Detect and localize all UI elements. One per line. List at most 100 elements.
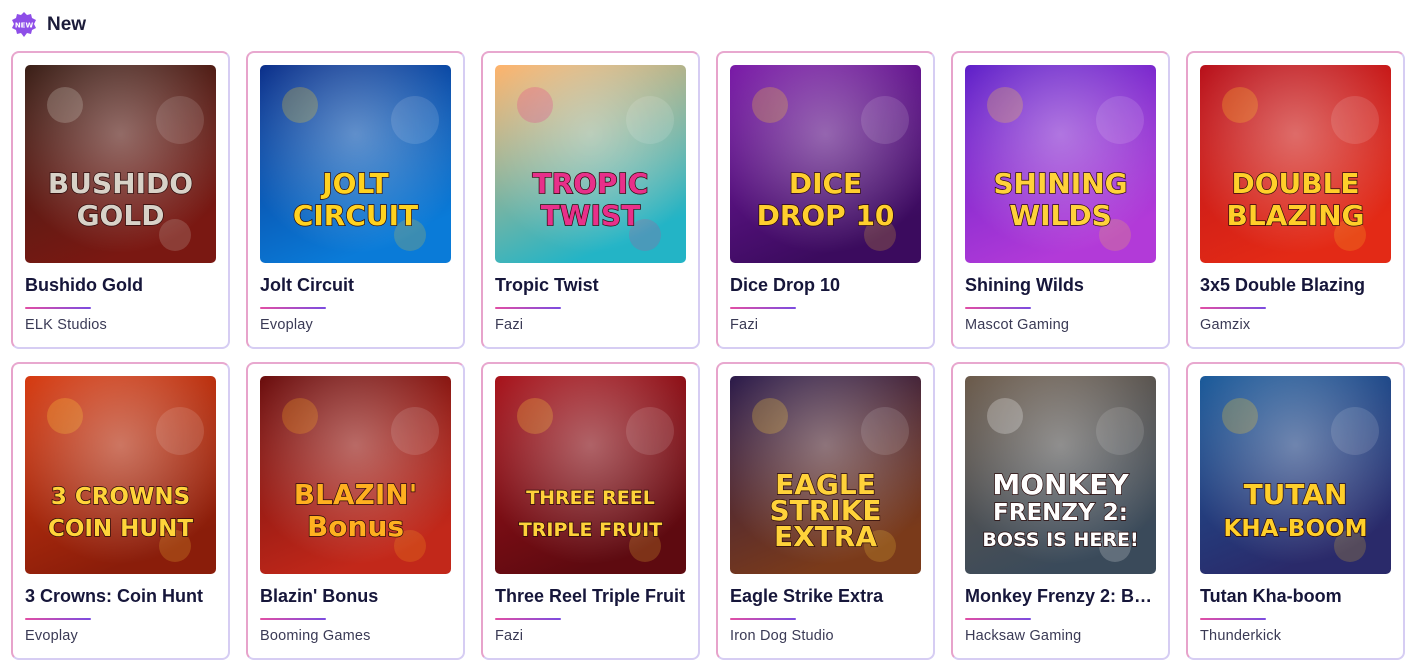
game-art-text: KHA-BOOM [1224, 516, 1368, 542]
title-divider [260, 307, 326, 309]
game-artwork: TUTAN KHA-BOOM [1200, 376, 1391, 574]
game-thumbnail[interactable]: JOLT CIRCUIT [260, 65, 451, 263]
game-thumbnail[interactable]: DICE DROP 10 [730, 65, 921, 263]
game-provider: Fazi [495, 317, 524, 333]
game-art-text: DICE [789, 167, 862, 200]
game-title[interactable]: Shining Wilds [965, 275, 1161, 296]
game-card[interactable]: BLAZIN' Bonus Blazin' Bonus Booming Games [246, 362, 465, 660]
game-provider: Thunderkick [1200, 628, 1282, 644]
game-title[interactable]: Tropic Twist [495, 275, 691, 296]
game-thumbnail[interactable]: TUTAN KHA-BOOM [1200, 376, 1391, 574]
game-artwork: DOUBLEBLAZING [1200, 65, 1391, 263]
title-divider [260, 618, 326, 620]
game-art-text: EXTRA [774, 520, 877, 553]
game-title[interactable]: 3 Crowns: Coin Hunt [25, 586, 221, 607]
game-art-text: WILDS [1009, 199, 1112, 232]
game-provider: Mascot Gaming [965, 317, 1070, 333]
game-art-text: GOLD [77, 199, 165, 232]
game-title[interactable]: 3x5 Double Blazing [1200, 275, 1396, 296]
title-divider [1200, 618, 1266, 620]
game-card[interactable]: DOUBLE BLAZING 3x5 Double Blazing Gamzix [1186, 51, 1405, 349]
game-artwork: MONKEYFRENZY 2: BOSS IS HERE! [965, 376, 1156, 574]
title-divider [730, 307, 796, 309]
game-art-text: COIN HUNT [48, 516, 193, 542]
game-thumbnail[interactable]: MONKEY FRENZY 2: BOSS IS HERE! [965, 376, 1156, 574]
game-art-text: THREE REEL [526, 487, 655, 509]
game-thumbnail[interactable]: 3 CROWNS COIN HUNT [25, 376, 216, 574]
title-divider [1200, 307, 1266, 309]
game-art-text: CIRCUIT [293, 199, 418, 232]
game-card[interactable]: TROPIC TWIST Tropic Twist Fazi [481, 51, 700, 349]
game-card[interactable]: DICE DROP 10 Dice Drop 10 Fazi [716, 51, 935, 349]
game-title[interactable]: Tutan Kha-boom [1200, 586, 1396, 607]
game-card[interactable]: TUTAN KHA-BOOM Tutan Kha-boom Thunderkick [1186, 362, 1405, 660]
game-artwork: THREE REEL TRIPLE FRUIT [495, 376, 686, 574]
game-card[interactable]: BUSHIDO GOLD Bushido Gold ELK Studios [11, 51, 230, 349]
game-card[interactable]: EAGLE STRIKE EXTRA Eagle Strike Extra Iron … [716, 362, 935, 660]
game-art-text: TRIPLE FRUIT [519, 519, 662, 541]
game-art-text: FRENZY 2: [993, 500, 1128, 526]
game-art-text: TUTAN [1244, 478, 1348, 511]
game-thumbnail[interactable]: THREE REEL TRIPLE FRUIT [495, 376, 686, 574]
title-divider [965, 307, 1031, 309]
game-title[interactable]: Blazin' Bonus [260, 586, 456, 607]
game-art-text: TROPIC [533, 167, 649, 200]
title-divider [730, 618, 796, 620]
game-art-text: DROP 10 [757, 199, 895, 232]
game-thumbnail[interactable]: SHINING WILDS [965, 65, 1156, 263]
game-title[interactable]: Bushido Gold [25, 275, 221, 296]
game-art-text: BLAZING [1227, 199, 1365, 232]
game-artwork: BUSHIDOGOLD [25, 65, 216, 263]
game-artwork: SHININGWILDS [965, 65, 1156, 263]
title-divider [495, 307, 561, 309]
game-card[interactable]: SHINING WILDS Shining Wilds Mascot Gaming [951, 51, 1170, 349]
game-title[interactable]: Monkey Frenzy 2: Boss is Here! [965, 586, 1161, 607]
game-artwork: BLAZIN'Bonus [260, 376, 451, 574]
game-provider: Iron Dog Studio [730, 628, 834, 644]
game-artwork: EAGLESTRIKEEXTRA [730, 376, 921, 574]
game-art-text: JOLT [320, 167, 389, 200]
game-thumbnail[interactable]: TROPIC TWIST [495, 65, 686, 263]
title-divider [25, 618, 91, 620]
game-provider: Evoplay [25, 628, 78, 644]
game-provider: Evoplay [260, 317, 313, 333]
game-card[interactable]: JOLT CIRCUIT Jolt Circuit Evoplay [246, 51, 465, 349]
game-provider: Hacksaw Gaming [965, 628, 1082, 644]
title-divider [965, 618, 1031, 620]
game-art-text: MONKEY [992, 468, 1129, 501]
game-thumbnail[interactable]: DOUBLE BLAZING [1200, 65, 1391, 263]
game-art-text: BUSHIDO [48, 167, 193, 200]
game-provider: Gamzix [1200, 317, 1251, 333]
game-art-text: SHINING [993, 167, 1127, 200]
section-header: NEW New [10, 10, 86, 40]
game-card[interactable]: THREE REEL TRIPLE FRUIT Three Reel Triple… [481, 362, 700, 660]
game-title[interactable]: Dice Drop 10 [730, 275, 926, 296]
game-thumbnail[interactable]: BLAZIN' Bonus [260, 376, 451, 574]
games-grid: BUSHIDO GOLD Bushido Gold ELK Studios JOLT… [11, 51, 1405, 660]
game-art-text: BLAZIN' [294, 478, 418, 511]
game-thumbnail[interactable]: BUSHIDO GOLD [25, 65, 216, 263]
game-artwork: JOLTCIRCUIT [260, 65, 451, 263]
game-provider: Fazi [495, 628, 524, 644]
game-card[interactable]: 3 CROWNS COIN HUNT 3 Crowns: Coin Hunt Evo… [11, 362, 230, 660]
game-card[interactable]: MONKEY FRENZY 2: BOSS IS HERE! Monkey Fren… [951, 362, 1170, 660]
game-provider: Booming Games [260, 628, 371, 644]
game-artwork: DICEDROP 10 [730, 65, 921, 263]
game-provider: Fazi [730, 317, 759, 333]
section-title: New [47, 14, 87, 35]
game-artwork: 3 CROWNS COIN HUNT [25, 376, 216, 574]
game-title[interactable]: Jolt Circuit [260, 275, 456, 296]
game-art-text: Bonus [307, 510, 404, 543]
title-divider [25, 307, 91, 309]
game-art-text: 3 CROWNS [51, 484, 190, 510]
game-thumbnail[interactable]: EAGLE STRIKE EXTRA [730, 376, 921, 574]
game-title[interactable]: Eagle Strike Extra [730, 586, 926, 607]
game-art-text: BOSS IS HERE! [982, 529, 1138, 551]
game-provider: ELK Studios [25, 317, 107, 333]
title-divider [495, 618, 561, 620]
game-art-text: TWIST [541, 199, 641, 232]
new-badge-icon: NEW [10, 11, 38, 39]
game-artwork: TROPICTWIST [495, 65, 686, 263]
game-art-text: DOUBLE [1231, 167, 1359, 200]
game-title[interactable]: Three Reel Triple Fruit [495, 586, 691, 607]
